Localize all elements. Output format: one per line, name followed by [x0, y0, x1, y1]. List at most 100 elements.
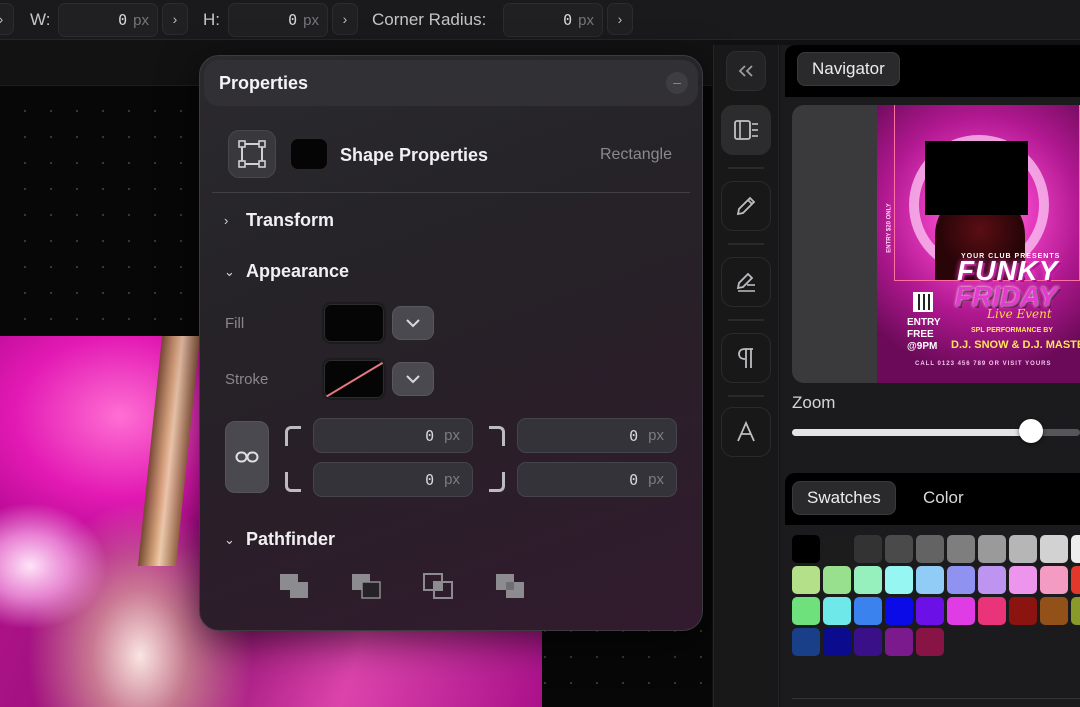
minus-front-icon[interactable]	[350, 572, 384, 602]
character-tool-button[interactable]	[721, 407, 771, 457]
color-swatch[interactable]	[1009, 566, 1037, 594]
minimize-button[interactable]: –	[666, 72, 688, 94]
color-swatch[interactable]	[854, 597, 882, 625]
color-swatch[interactable]	[792, 566, 820, 594]
flyer-subtitle: Live Event	[987, 307, 1052, 321]
color-swatch[interactable]	[916, 597, 944, 625]
color-swatch[interactable]	[1071, 597, 1080, 625]
character-icon	[737, 421, 755, 442]
color-swatch[interactable]	[1009, 535, 1037, 563]
color-swatch[interactable]	[823, 535, 851, 563]
color-swatch[interactable]	[916, 628, 944, 656]
color-swatch[interactable]	[823, 597, 851, 625]
corner-top-left-value: 0	[425, 426, 435, 445]
pathfinder-section-toggle[interactable]: ⌄ Pathfinder	[224, 529, 335, 550]
navigator-preview[interactable]: YOUR CLUB PRESENTS ENTRY $20 ONLY FUNKY …	[792, 105, 1080, 383]
flyer-time: @9PM	[907, 341, 938, 352]
divider	[792, 698, 1080, 699]
properties-panel: Properties – Shape Properties Rectangle …	[199, 55, 703, 631]
flyer-thumbnail: YOUR CLUB PRESENTS ENTRY $20 ONLY FUNKY …	[877, 105, 1080, 383]
corner-top-right-input[interactable]: 0 px	[517, 418, 677, 453]
color-swatch[interactable]	[854, 566, 882, 594]
color-swatch[interactable]	[885, 535, 913, 563]
color-swatch[interactable]	[947, 597, 975, 625]
color-swatch[interactable]	[1071, 535, 1080, 563]
link-corners-button[interactable]	[225, 421, 269, 493]
tool-separator	[728, 167, 764, 169]
color-swatch[interactable]	[885, 628, 913, 656]
exclude-icon[interactable]	[494, 572, 528, 602]
color-swatch[interactable]	[792, 597, 820, 625]
zoom-label: Zoom	[792, 393, 836, 412]
color-swatch[interactable]	[947, 535, 975, 563]
tab-swatches[interactable]: Swatches	[792, 481, 896, 515]
corner-top-left-input[interactable]: 0 px	[313, 418, 473, 453]
top-toolbar: › W: 0 px › H: 0 px › Corner Radius: 0 p…	[0, 0, 1080, 40]
color-swatch[interactable]	[885, 566, 913, 594]
width-value: 0	[118, 11, 128, 29]
height-step-button[interactable]: ›	[332, 3, 358, 35]
color-swatch[interactable]	[978, 597, 1006, 625]
corner-unit: px	[648, 471, 664, 488]
shape-color-swatch[interactable]	[290, 138, 328, 170]
swatches-header: Swatches Color	[785, 473, 1080, 525]
fill-dropdown-button[interactable]	[392, 306, 434, 340]
intersect-icon[interactable]	[422, 572, 456, 602]
fill-label: Fill	[225, 315, 245, 332]
color-swatch[interactable]	[1040, 535, 1068, 563]
chevron-down-icon: ⌄	[224, 263, 235, 279]
color-swatch[interactable]	[854, 628, 882, 656]
color-swatch[interactable]	[1071, 566, 1080, 594]
layers-panel-button[interactable]	[721, 105, 771, 155]
corner-bottom-left-bracket	[285, 472, 301, 492]
shape-tool-button[interactable]	[228, 130, 276, 178]
color-swatch[interactable]	[823, 628, 851, 656]
width-step-button[interactable]: ›	[162, 3, 188, 35]
tab-color[interactable]: Color	[909, 481, 978, 515]
unite-icon[interactable]	[278, 572, 312, 602]
color-swatch[interactable]	[978, 535, 1006, 563]
collapse-panel-button[interactable]	[726, 51, 766, 91]
corner-bottom-right-value: 0	[629, 470, 639, 489]
color-swatch[interactable]	[947, 566, 975, 594]
stroke-label: Stroke	[225, 371, 269, 388]
color-swatch[interactable]	[885, 597, 913, 625]
flyer-performance: SPL PERFORMANCE BY	[971, 327, 1053, 334]
flyer-side-text: ENTRY $20 ONLY	[886, 203, 893, 253]
transform-section-label: Transform	[246, 210, 335, 230]
chevron-right-icon[interactable]: ›	[0, 3, 14, 35]
corner-bottom-right-input[interactable]: 0 px	[517, 462, 677, 497]
corner-bottom-left-input[interactable]: 0 px	[313, 462, 473, 497]
edit-text-tool-button[interactable]	[721, 257, 771, 307]
layers-panel-icon	[734, 120, 758, 140]
flyer-free: FREE	[907, 329, 934, 340]
corner-radius-label: Corner Radius:	[372, 10, 487, 29]
flyer-entry: ENTRY	[907, 317, 941, 328]
shape-type-label: Rectangle	[599, 146, 672, 163]
fill-color-well[interactable]	[322, 302, 386, 344]
color-swatch[interactable]	[916, 535, 944, 563]
stroke-color-well[interactable]	[322, 358, 386, 400]
corner-radius-input[interactable]: 0 px	[503, 3, 603, 37]
color-swatch[interactable]	[854, 535, 882, 563]
corner-radius-step-button[interactable]: ›	[607, 3, 633, 35]
height-input[interactable]: 0 px	[228, 3, 328, 37]
transform-section-toggle[interactable]: › Transform	[224, 210, 334, 231]
width-input[interactable]: 0 px	[58, 3, 158, 37]
properties-header[interactable]: Properties –	[204, 60, 698, 106]
color-swatch[interactable]	[1040, 566, 1068, 594]
color-swatch[interactable]	[978, 566, 1006, 594]
tab-navigator[interactable]: Navigator	[797, 52, 900, 86]
color-swatch[interactable]	[823, 566, 851, 594]
appearance-section-toggle[interactable]: ⌄ Appearance	[224, 261, 349, 282]
zoom-slider-handle[interactable]	[1019, 419, 1044, 443]
pencil-tool-button[interactable]	[721, 181, 771, 231]
color-swatch[interactable]	[916, 566, 944, 594]
stroke-dropdown-button[interactable]	[392, 362, 434, 396]
chevron-down-icon	[406, 375, 420, 384]
color-swatch[interactable]	[792, 628, 820, 656]
color-swatch[interactable]	[1009, 597, 1037, 625]
paragraph-tool-button[interactable]	[721, 333, 771, 383]
color-swatch[interactable]	[792, 535, 820, 563]
color-swatch[interactable]	[1040, 597, 1068, 625]
